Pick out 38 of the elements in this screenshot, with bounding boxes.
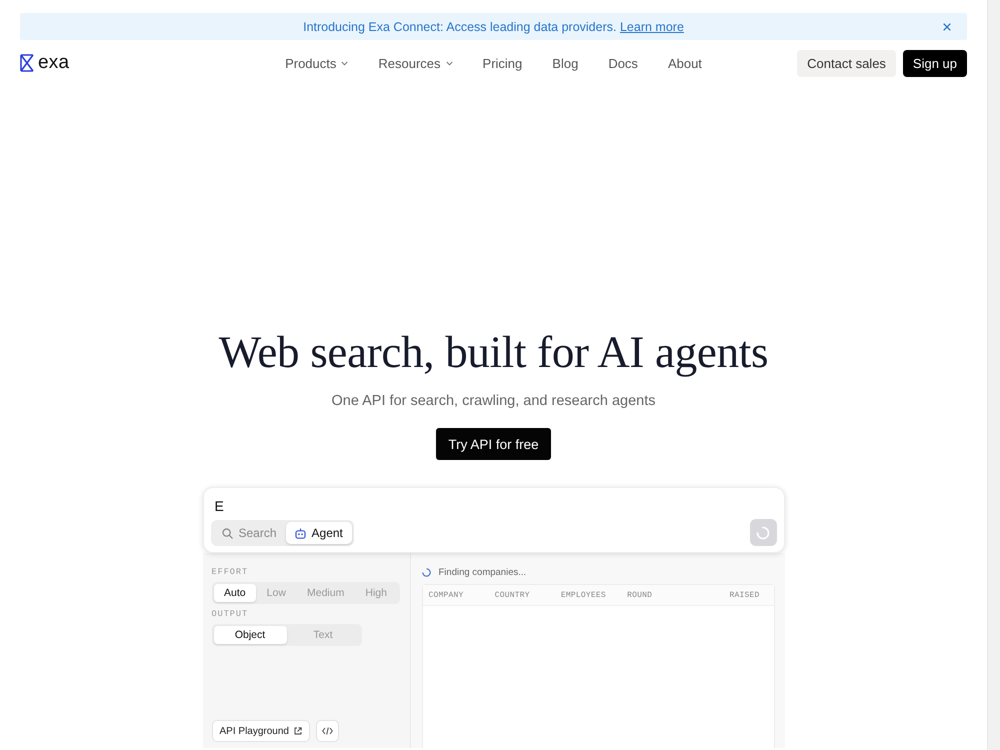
learn-more-link[interactable]: Learn more — [620, 20, 684, 34]
hero-subtitle: One API for search, crawling, and research agents — [332, 392, 656, 410]
code-button[interactable] — [316, 720, 339, 742]
column-header: RAISED — [729, 590, 760, 600]
playground-button[interactable]: API Playground — [212, 720, 310, 742]
nav-link[interactable]: About — [668, 56, 702, 70]
external-link-icon — [294, 727, 302, 735]
sign-up-button[interactable]: Sign up — [902, 50, 968, 76]
code-icon — [322, 727, 333, 735]
column-header: EMPLOYEES — [560, 590, 607, 600]
robot-icon — [294, 528, 306, 538]
query-input[interactable]: E — [210, 497, 776, 515]
status-text: Finding companies... — [438, 566, 526, 578]
nav-link[interactable]: Resources — [378, 56, 453, 70]
contact-sales-button[interactable]: Contact sales — [797, 50, 896, 76]
close-icon[interactable] — [943, 22, 952, 30]
logo-text[interactable]: exa — [38, 52, 70, 74]
nav-link[interactable]: Pricing — [482, 56, 522, 70]
logo-icon[interactable] — [20, 54, 34, 72]
setting-label: OUTPUT — [212, 609, 250, 619]
column-header: ROUND — [627, 590, 654, 600]
option-tab[interactable]: Auto — [214, 584, 256, 602]
loading-spinner-icon — [422, 568, 430, 576]
try-api-button[interactable]: Try API for free — [436, 428, 551, 460]
announcement-text: Introducing Exa Connect: Access leading data providers. Learn more — [303, 20, 684, 34]
mode-tab[interactable]: Agent — [286, 522, 352, 544]
loading-spinner-icon — [756, 526, 770, 540]
setting-label: EFFORT — [212, 567, 250, 577]
nav-link[interactable]: Blog — [552, 56, 578, 70]
column-header: COUNTRY — [494, 590, 531, 600]
nav-link[interactable]: Docs — [608, 56, 638, 70]
nav-link[interactable]: Products — [285, 56, 348, 70]
column-header: COMPANY — [428, 590, 465, 600]
hero-title: Web search, built for AI agents — [218, 326, 768, 378]
option-tab[interactable]: Object — [214, 626, 286, 644]
chevron-down-icon — [341, 60, 348, 66]
search-icon — [222, 528, 232, 538]
chevron-down-icon — [446, 60, 453, 66]
